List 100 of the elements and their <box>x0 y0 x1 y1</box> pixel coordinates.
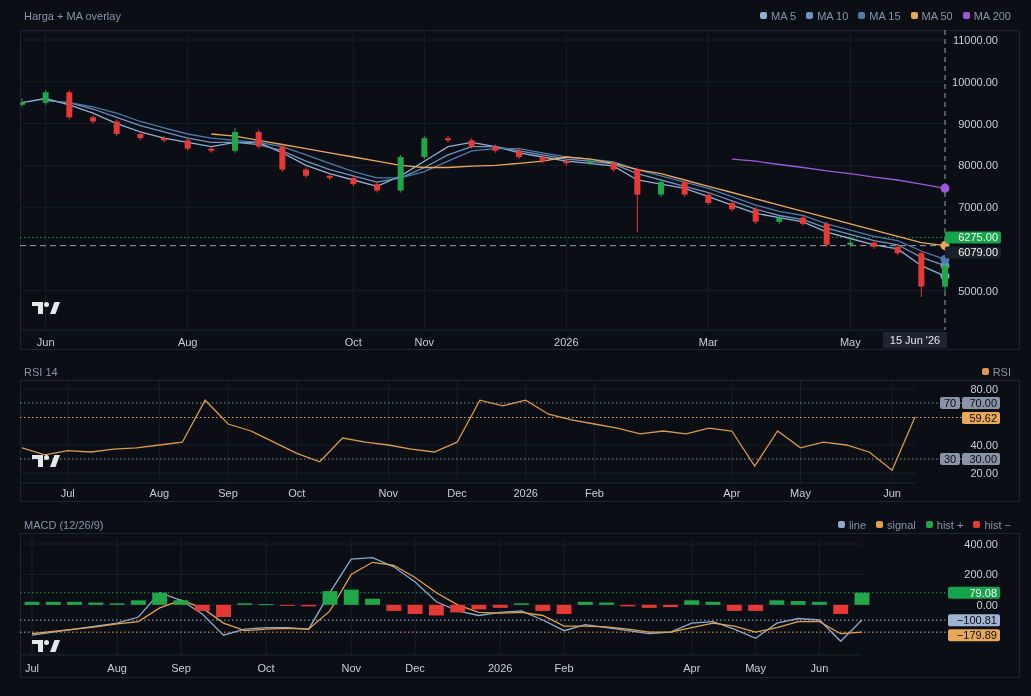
value-label: 59.62 <box>962 412 1000 424</box>
axis-label: Dec <box>405 662 425 674</box>
histogram-bar <box>407 604 423 614</box>
axis-label: Jun <box>883 487 901 499</box>
axis-label: Feb <box>554 662 574 674</box>
pane-title: MACD (12/26/9) <box>24 517 104 533</box>
axis-label: Dec <box>447 487 467 499</box>
axis-label: Nov <box>414 336 435 348</box>
axis-label: May <box>745 662 766 674</box>
legend-label: MA 200 <box>973 8 1011 24</box>
ref-line-label: 6275.00 <box>958 231 998 244</box>
candle <box>66 89 73 120</box>
value-label: 30.00 <box>962 453 1000 466</box>
ref-line-label: 70.00 <box>969 396 997 409</box>
histogram-bar <box>428 604 444 616</box>
pane-title: RSI 14 <box>24 364 58 380</box>
axis-label: 40.00 <box>970 439 998 451</box>
ref-line-label: 59.62 <box>969 411 997 424</box>
histogram-bar <box>471 604 487 610</box>
histogram-bar <box>726 604 742 611</box>
candle <box>279 144 286 173</box>
axis-label: Mar <box>698 336 718 348</box>
axis-label: 400.00 <box>964 538 998 550</box>
ref-line-label: −100.81 <box>956 614 997 627</box>
axis-label: 7000.00 <box>958 201 998 214</box>
axis-label: Jul <box>24 662 40 674</box>
axis-label: Aug <box>177 336 198 348</box>
level-tag: 30 <box>940 453 960 466</box>
axis-label: Oct <box>344 336 362 348</box>
candle <box>303 166 309 179</box>
axis-label: 80.00 <box>970 382 998 395</box>
candle <box>776 215 783 225</box>
candle <box>232 127 238 154</box>
value-label: 6079.00 <box>945 246 1001 259</box>
candle <box>634 166 641 233</box>
axis-label: Apr <box>683 662 701 674</box>
histogram-bar <box>194 604 210 611</box>
chart-logo-icon <box>32 302 60 314</box>
candle <box>492 144 499 154</box>
candle <box>658 179 664 198</box>
candle <box>705 192 712 206</box>
candle <box>255 129 262 150</box>
histogram-bar <box>641 604 657 608</box>
chart-logo-icon <box>32 455 60 467</box>
axis-label: 10000.00 <box>952 75 998 88</box>
candle <box>42 89 49 106</box>
histogram-bar <box>173 600 189 605</box>
axis-label: Nov <box>378 487 399 499</box>
candle <box>374 181 380 194</box>
axis-label: Sep <box>218 487 238 499</box>
candle <box>445 135 451 143</box>
legend-label: MA 50 <box>921 8 953 24</box>
histogram-bar <box>24 601 40 605</box>
legend-label: line <box>848 517 867 533</box>
histogram-bar <box>705 601 721 605</box>
legend-label: MA 5 <box>771 8 797 24</box>
candle <box>208 146 215 154</box>
histogram-bar <box>492 604 508 608</box>
candle <box>326 173 333 181</box>
level-tag: 70 <box>940 397 960 409</box>
axis-label: 9000.00 <box>958 117 998 130</box>
ref-line-label: 79.08 <box>969 586 997 599</box>
axis-label: Jun <box>36 336 55 348</box>
axis-label: Oct <box>257 662 275 674</box>
axis-label: 0.00 <box>976 598 998 611</box>
ref-line-label: 6079.00 <box>958 246 998 259</box>
histogram-bar <box>833 604 849 614</box>
candle <box>800 215 806 227</box>
histogram-bar <box>556 604 572 614</box>
axis-label: 5000.00 <box>958 284 998 297</box>
candle <box>918 250 925 298</box>
histogram-bar <box>620 604 636 607</box>
candle <box>587 158 593 166</box>
legend-label: signal <box>887 517 916 533</box>
candle <box>539 154 546 164</box>
legend-label: hist − <box>984 517 1011 533</box>
pane-title: Harga + MA overlay <box>24 8 121 24</box>
axis-label: 20.00 <box>970 467 998 480</box>
axis-label: May <box>839 336 861 348</box>
crosshair-date-label: 15 Jun '26 <box>883 332 947 348</box>
histogram-bar <box>577 601 593 605</box>
candle <box>421 135 428 160</box>
legend-label: hist + <box>936 517 964 533</box>
candle <box>137 131 144 141</box>
axis-label: Aug <box>107 662 127 674</box>
histogram-bar <box>301 604 317 607</box>
axis-label: Nov <box>341 662 361 674</box>
candle <box>823 221 830 248</box>
candle <box>894 244 901 256</box>
candle <box>729 200 735 212</box>
legend-label: MA 10 <box>817 8 849 24</box>
legend-label: MA 15 <box>869 8 901 24</box>
histogram-bar <box>769 600 785 605</box>
axis-label: Aug <box>149 487 170 499</box>
histogram-bar <box>663 604 678 608</box>
axis-label: Sep <box>171 662 191 674</box>
candle <box>184 137 191 152</box>
histogram-bar <box>365 598 380 605</box>
histogram-bar <box>45 601 61 605</box>
histogram-bar <box>130 600 146 605</box>
